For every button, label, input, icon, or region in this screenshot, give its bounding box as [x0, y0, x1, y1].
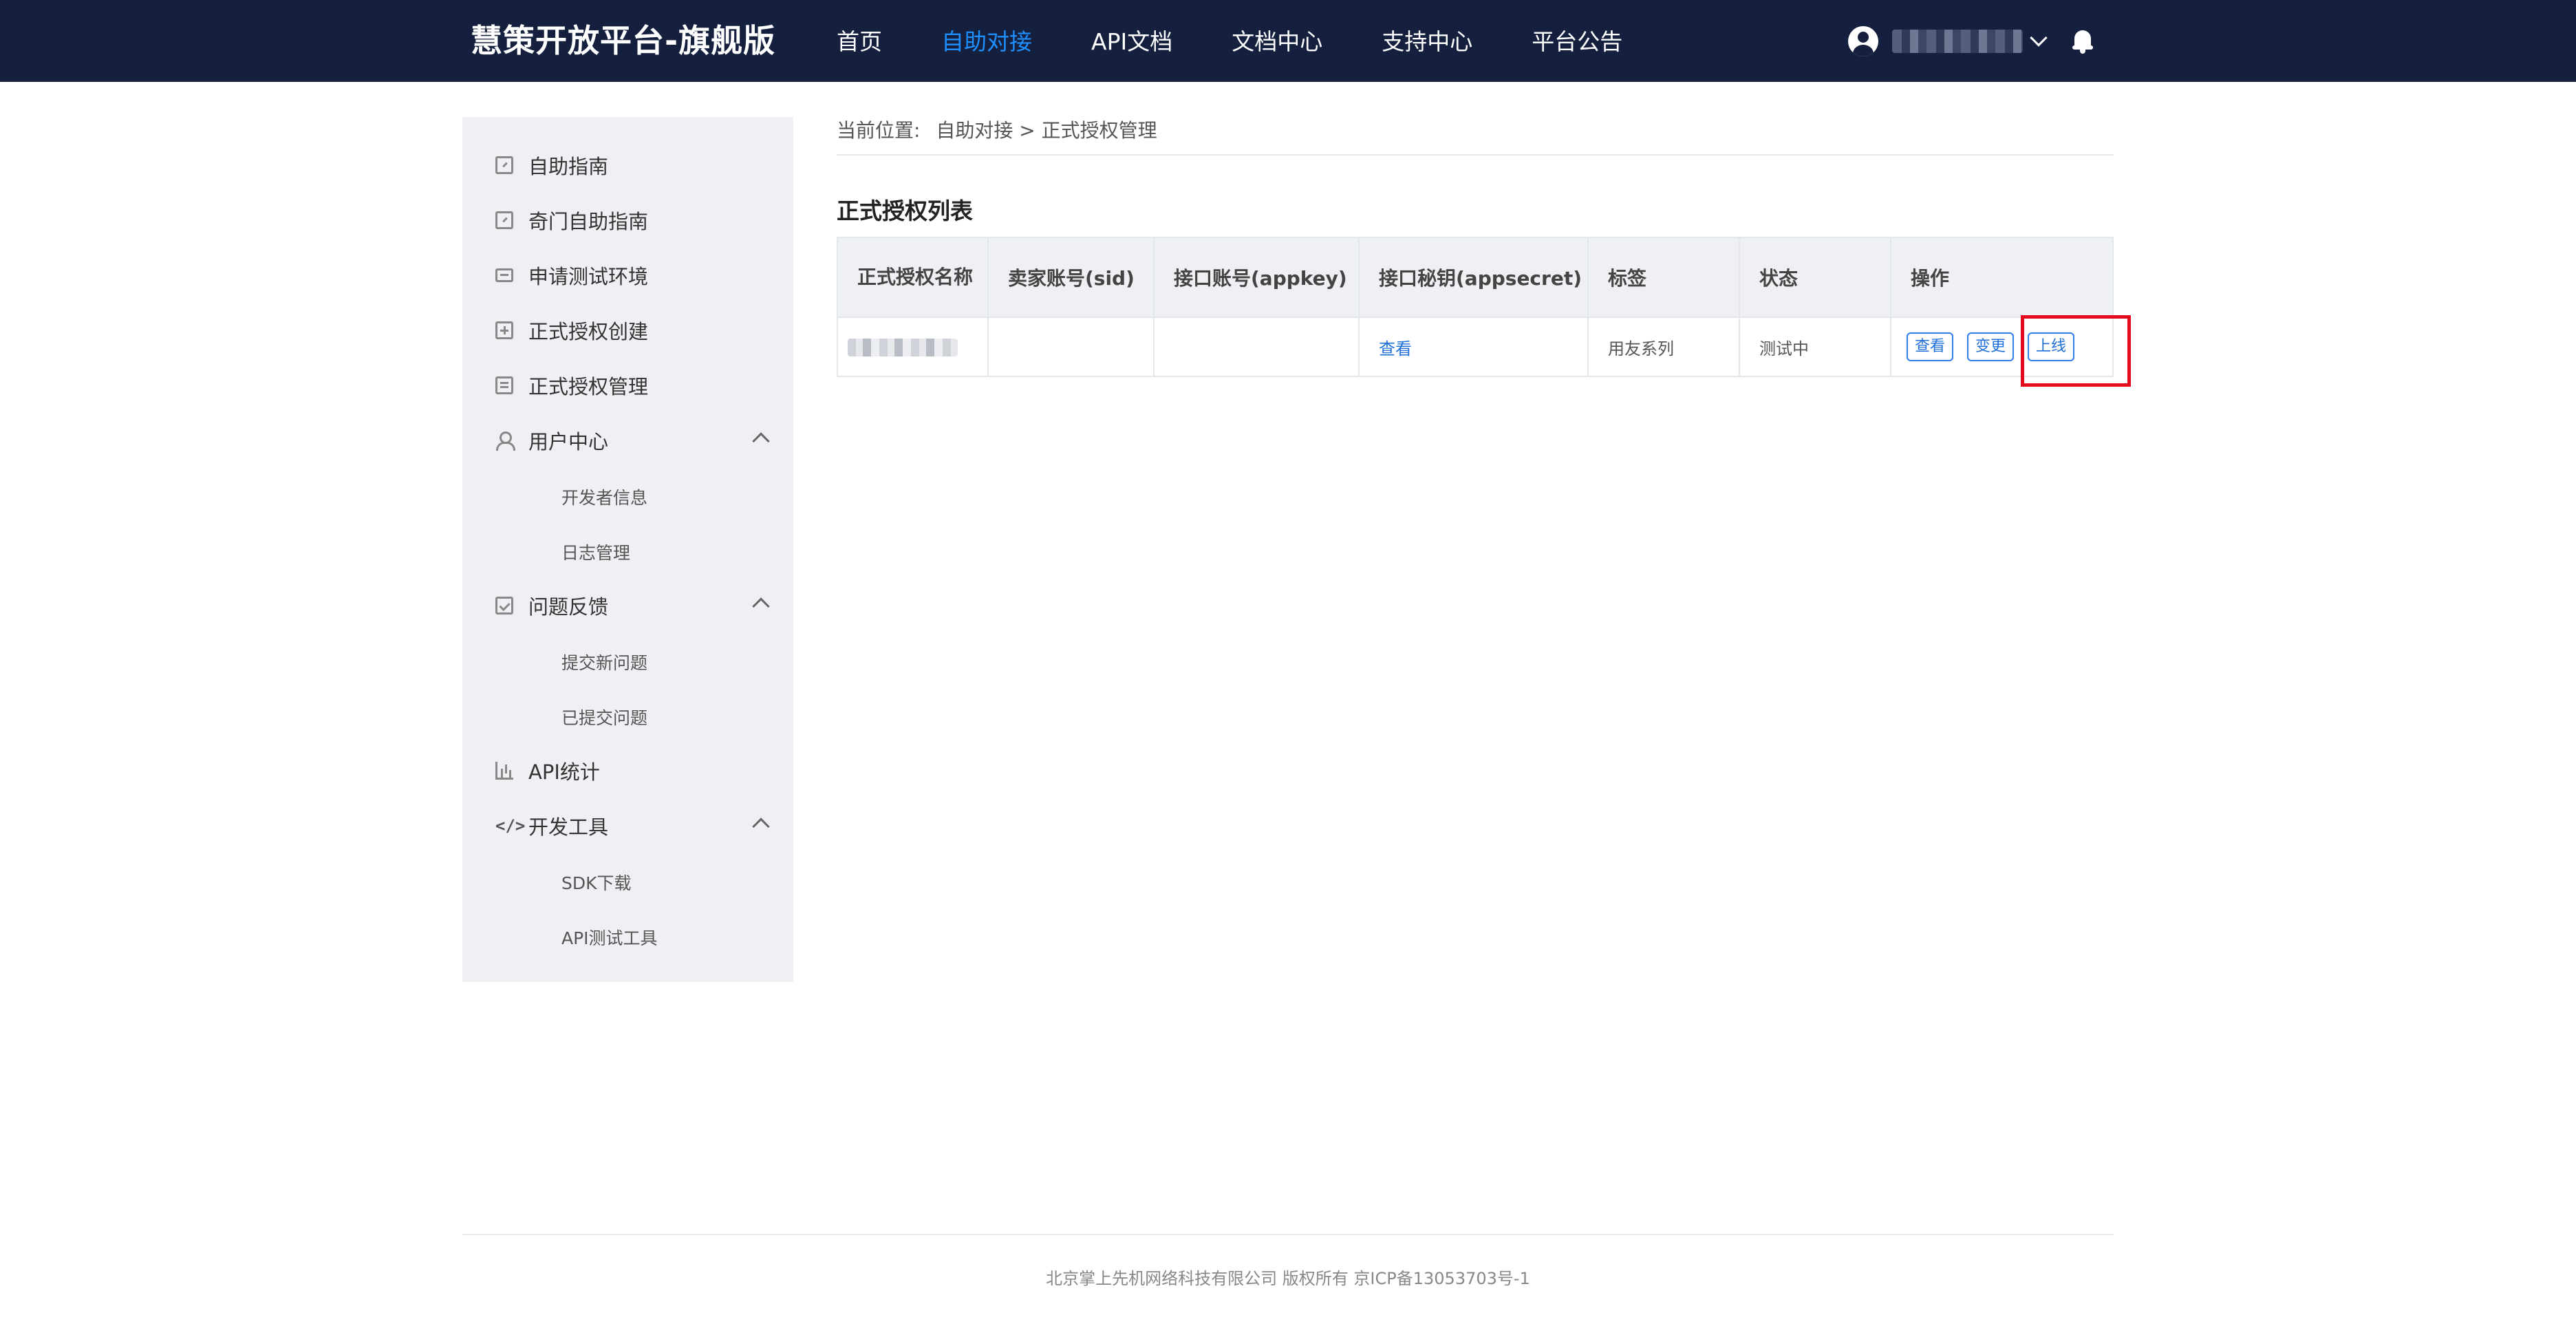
code-icon: </> [495, 816, 526, 835]
cell-appsecret: 查看 [1358, 317, 1589, 377]
user-avatar-icon[interactable] [1848, 26, 1878, 56]
sidebar-item-label: API统计 [528, 760, 600, 784]
sidebar-item-label: 正式授权创建 [528, 320, 649, 343]
nav-home[interactable]: 首页 [837, 25, 882, 59]
change-button[interactable]: 变更 [1967, 332, 2015, 361]
redacted-name [848, 339, 958, 356]
doc-edit-icon [495, 211, 513, 229]
breadcrumb: 当前位置: 自助对接 > 正式授权管理 [837, 117, 1157, 145]
table-header-row: 正式授权名称 卖家账号(sid) 接口账号(appkey) 接口秘钥(appse… [837, 237, 2114, 318]
cell-status: 测试中 [1739, 317, 1891, 377]
sidebar-item-api-stats[interactable]: API统计 [462, 743, 793, 798]
sidebar-subitem-label: SDK下载 [561, 873, 632, 893]
page-title: 正式授权列表 [837, 197, 973, 224]
view-button[interactable]: 查看 [1907, 332, 1954, 361]
sidebar-item-auth-manage[interactable]: 正式授权管理 [462, 358, 793, 413]
stack-icon [495, 376, 513, 394]
sidebar-subitem-developer-info[interactable]: 开发者信息 [462, 468, 793, 523]
sidebar-item-label: 开发工具 [528, 815, 609, 839]
monitor-icon [495, 268, 513, 282]
sidebar-item-label: 申请测试环境 [528, 265, 649, 288]
username-redacted[interactable] [1892, 30, 2023, 53]
brand-title[interactable]: 慧策开放平台-旗舰版 [471, 19, 775, 62]
col-header-actions: 操作 [1890, 237, 2114, 318]
sidebar-subitem-label: 日志管理 [561, 543, 631, 563]
doc-edit-icon [495, 156, 513, 174]
sidebar-subitem-label: 已提交问题 [561, 708, 648, 728]
sidebar-subitem-submit-issue[interactable]: 提交新问题 [462, 633, 793, 688]
nav-self-integration[interactable]: 自助对接 [941, 25, 1032, 59]
sidebar-subitem-submitted-issues[interactable]: 已提交问题 [462, 688, 793, 743]
check-box-icon [495, 597, 513, 615]
col-header-appsecret: 接口秘钥(appsecret) [1358, 237, 1589, 318]
col-header-sid: 卖家账号(sid) [987, 237, 1155, 318]
authorization-table: 正式授权名称 卖家账号(sid) 接口账号(appkey) 接口秘钥(appse… [837, 237, 2114, 377]
table-row: 查看 用友系列 测试中 查看 变更 上线 [837, 317, 2114, 377]
sidebar-subitem-label: 开发者信息 [561, 488, 648, 508]
cell-name [837, 317, 989, 377]
sidebar-item-label: 问题反馈 [528, 595, 609, 619]
col-header-tag: 标签 [1587, 237, 1740, 318]
chevron-up-icon[interactable] [752, 818, 770, 835]
col-header-name: 正式授权名称 [837, 237, 989, 318]
sidebar-item-label: 正式授权管理 [528, 375, 649, 398]
chevron-down-icon[interactable] [2030, 29, 2048, 47]
chevron-up-icon[interactable] [752, 597, 770, 615]
sidebar-item-user-center[interactable]: 用户中心 [462, 413, 793, 468]
sidebar-subitem-api-test-tool[interactable]: API测试工具 [462, 908, 793, 963]
sidebar-item-test-env[interactable]: 申请测试环境 [462, 248, 793, 303]
sidebar-item-self-guide[interactable]: 自助指南 [462, 138, 793, 193]
sidebar-subitem-log-manage[interactable]: 日志管理 [462, 523, 793, 578]
breadcrumb-prefix: 当前位置: [837, 119, 921, 142]
chevron-up-icon[interactable] [752, 432, 770, 450]
footer-copyright: 北京掌上先机网络科技有限公司 版权所有 京ICP备13053703号-1 [1046, 1269, 1530, 1288]
sidebar-item-auth-create[interactable]: 正式授权创建 [462, 303, 793, 358]
sidebar-subitem-label: 提交新问题 [561, 653, 648, 673]
breadcrumb-path[interactable]: 自助对接 > 正式授权管理 [936, 119, 1157, 142]
cell-appkey [1153, 317, 1360, 377]
user-menu[interactable] [1848, 26, 2093, 56]
col-header-status: 状态 [1739, 237, 1891, 318]
sidebar-subitem-sdk-download[interactable]: SDK下载 [462, 853, 793, 908]
sidebar-subitem-label: API测试工具 [561, 928, 658, 948]
view-appsecret-link[interactable]: 查看 [1379, 339, 1412, 359]
sidebar-item-qimen-guide[interactable]: 奇门自助指南 [462, 193, 793, 248]
sidebar-item-dev-tools[interactable]: </> 开发工具 [462, 798, 793, 853]
plus-box-icon [495, 321, 513, 339]
nav-announcements[interactable]: 平台公告 [1532, 25, 1622, 59]
nav-doc-center[interactable]: 文档中心 [1232, 25, 1322, 59]
nav-api-docs[interactable]: API文档 [1091, 25, 1172, 59]
sidebar-item-label: 奇门自助指南 [528, 210, 649, 233]
bell-icon[interactable] [2072, 28, 2093, 55]
sidebar: 自助指南 奇门自助指南 申请测试环境 正式授权创建 正式授权管理 用户中心 开发… [462, 117, 793, 982]
sidebar-item-label: 用户中心 [528, 430, 609, 453]
user-icon [495, 431, 515, 451]
cell-tag: 用友系列 [1587, 317, 1740, 377]
highlight-box [2021, 315, 2131, 387]
top-nav: 首页 自助对接 API文档 文档中心 支持中心 平台公告 [837, 25, 1682, 59]
sidebar-item-label: 自助指南 [528, 155, 609, 178]
bar-chart-icon [495, 762, 513, 780]
top-navigation-bar: 慧策开放平台-旗舰版 首页 自助对接 API文档 文档中心 支持中心 平台公告 [0, 0, 2576, 82]
divider [837, 154, 2114, 156]
cell-sid [987, 317, 1155, 377]
col-header-appkey: 接口账号(appkey) [1153, 237, 1360, 318]
nav-support-center[interactable]: 支持中心 [1382, 25, 1472, 59]
footer-divider [462, 1234, 2114, 1235]
sidebar-item-feedback[interactable]: 问题反馈 [462, 578, 793, 633]
